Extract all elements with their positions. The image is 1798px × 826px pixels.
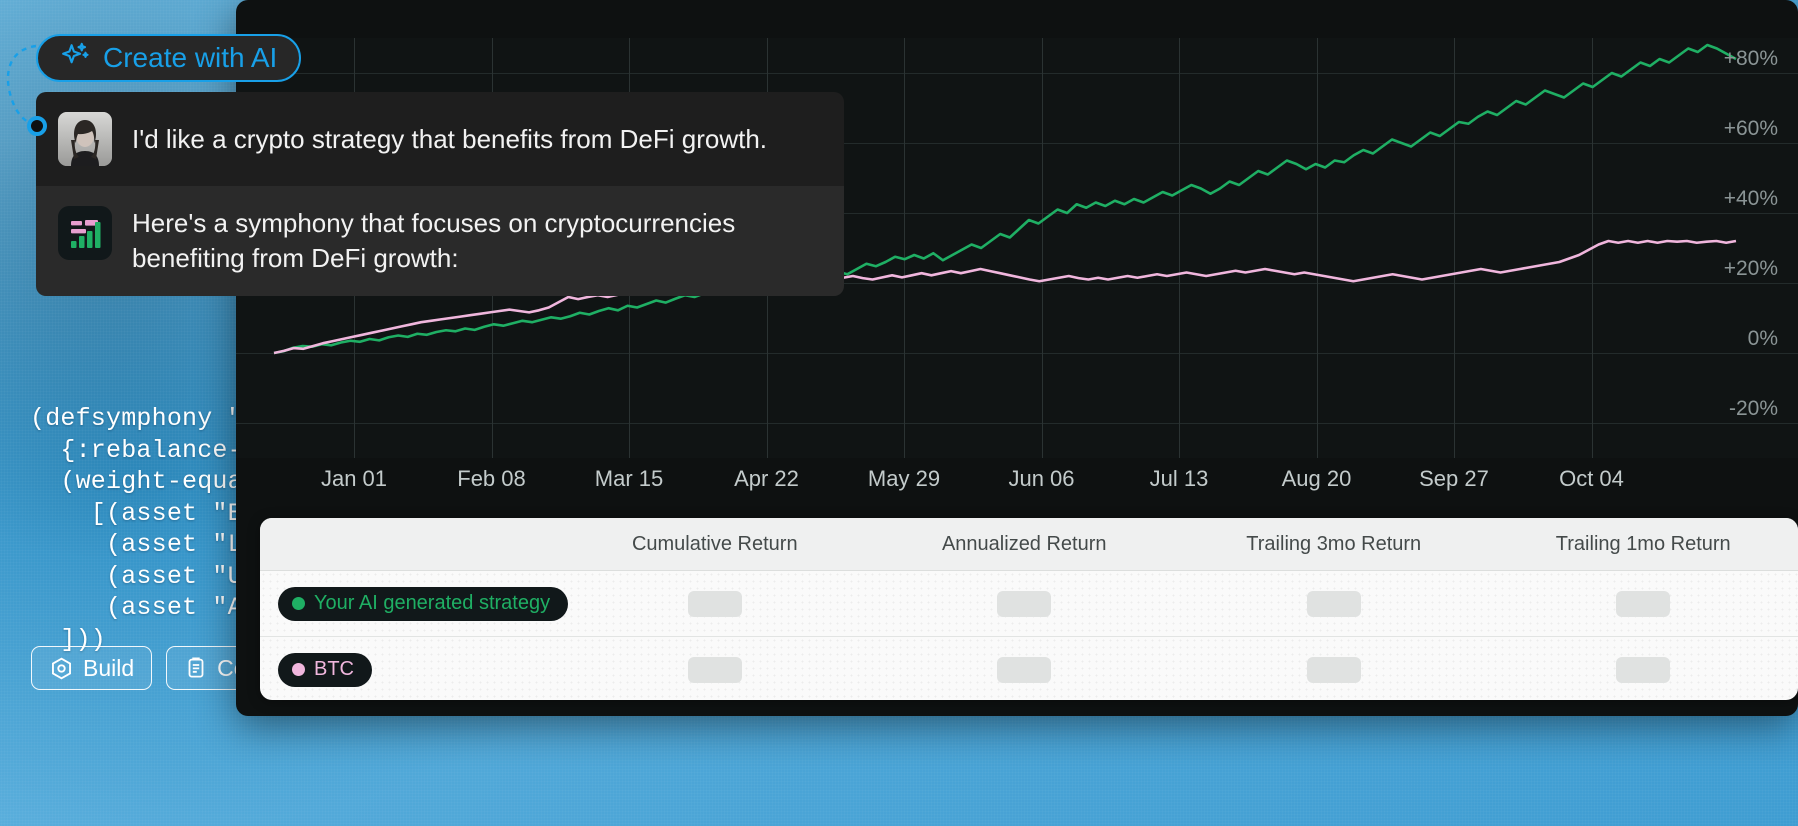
table-value-cell <box>1179 591 1489 617</box>
chart-y-tick-label: 0% <box>1748 327 1778 351</box>
chart-y-tick-label: +40% <box>1724 187 1778 211</box>
series-legend-pill[interactable]: BTC <box>278 653 372 687</box>
sparkle-icon <box>60 40 90 77</box>
build-button[interactable]: Build <box>31 646 152 690</box>
chart-y-tick-label: +60% <box>1724 117 1778 141</box>
chart-x-tick-label: Apr 22 <box>734 466 799 492</box>
table-value-cell <box>870 657 1180 683</box>
loading-placeholder <box>1616 591 1670 617</box>
loading-placeholder <box>1307 657 1361 683</box>
chart-x-tick-label: Mar 15 <box>595 466 663 492</box>
column-header-cumulative-return: Cumulative Return <box>560 533 870 556</box>
loading-placeholder <box>688 591 742 617</box>
table-row[interactable]: BTC <box>260 637 1798 700</box>
table-value-cell <box>1489 591 1798 617</box>
chart-y-tick-label: +20% <box>1724 257 1778 281</box>
table-row[interactable]: Your AI generated strategy <box>260 571 1798 637</box>
chart-x-tick-label: Jul 13 <box>1150 466 1209 492</box>
bar-chart-icon <box>58 206 112 260</box>
column-header-annualized-return: Annualized Return <box>870 533 1180 556</box>
table-value-cell <box>1489 657 1798 683</box>
table-value-cell <box>1179 657 1489 683</box>
table-row-name-cell: BTC <box>260 653 560 687</box>
chart-x-tick-label: May 29 <box>868 466 940 492</box>
user-message-text: I'd like a crypto strategy that benefits… <box>132 122 767 157</box>
table-body: Your AI generated strategy BTC <box>260 571 1798 700</box>
column-header-trailing-1mo-return: Trailing 1mo Return <box>1489 533 1798 556</box>
loading-placeholder <box>1616 657 1670 683</box>
assistant-message-text: Here's a symphony that focuses on crypto… <box>132 206 818 276</box>
chart-x-tick-label: Jan 01 <box>321 466 387 492</box>
chart-x-tick-label: Feb 08 <box>457 466 526 492</box>
create-with-ai-button[interactable]: Create with AI <box>36 34 301 82</box>
loading-placeholder <box>997 657 1051 683</box>
create-with-ai-label: Create with AI <box>103 42 277 74</box>
chart-y-tick-label: +80% <box>1724 47 1778 71</box>
results-table: Cumulative Return Annualized Return Trai… <box>260 518 1798 700</box>
chart-x-tick-label: Aug 20 <box>1282 466 1352 492</box>
loading-placeholder <box>1307 591 1361 617</box>
column-header-trailing-3mo-return: Trailing 3mo Return <box>1179 533 1489 556</box>
series-legend-pill[interactable]: Your AI generated strategy <box>278 587 568 621</box>
chart-x-tick-label: Sep 27 <box>1419 466 1489 492</box>
chart-x-tick-label: Oct 04 <box>1559 466 1624 492</box>
table-value-cell <box>870 591 1180 617</box>
chart-y-tick-label: -20% <box>1729 397 1778 421</box>
series-legend-label: BTC <box>314 658 354 681</box>
series-legend-label: Your AI generated strategy <box>314 592 550 615</box>
series-color-dot <box>292 663 305 676</box>
table-value-cell <box>560 657 870 683</box>
user-message-bubble: I'd like a crypto strategy that benefits… <box>36 92 844 186</box>
series-color-dot <box>292 597 305 610</box>
table-value-cell <box>560 591 870 617</box>
build-button-label: Build <box>83 655 134 682</box>
assistant-message-bubble: Here's a symphony that focuses on crypto… <box>36 186 844 296</box>
table-row-name-cell: Your AI generated strategy <box>260 587 560 621</box>
loading-placeholder <box>997 591 1051 617</box>
chart-x-tick-label: Jun 06 <box>1008 466 1074 492</box>
clipboard-icon <box>184 656 208 680</box>
ai-conversation: I'd like a crypto strategy that benefits… <box>36 92 844 296</box>
loading-placeholder <box>688 657 742 683</box>
hexagon-target-icon <box>49 656 74 681</box>
table-header-row: Cumulative Return Annualized Return Trai… <box>260 518 1798 571</box>
